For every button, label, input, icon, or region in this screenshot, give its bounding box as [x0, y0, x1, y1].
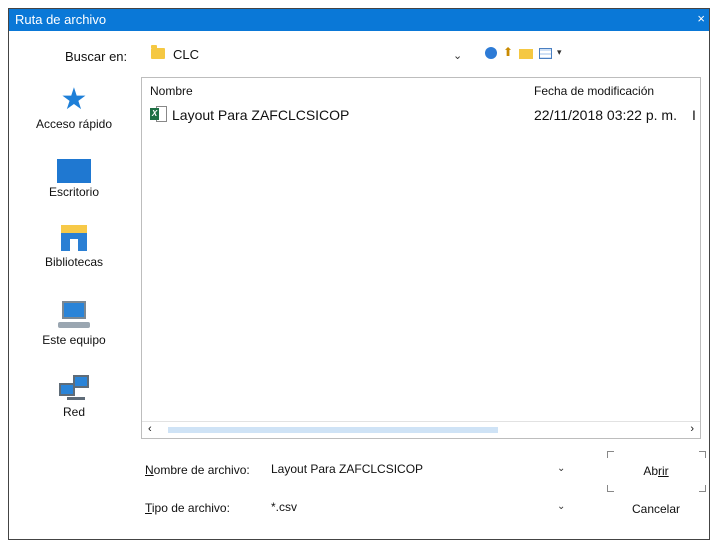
- place-label: Acceso rápido: [35, 117, 113, 131]
- place-quick-access[interactable]: ★ Acceso rápido: [19, 83, 129, 132]
- file-date: 22/11/2018 03:22 p. m.: [534, 107, 677, 123]
- scroll-thumb[interactable]: [168, 427, 498, 433]
- lookin-value: CLC: [173, 47, 200, 62]
- computer-icon: [58, 301, 90, 331]
- filetype-select[interactable]: *.csv ⌄: [269, 497, 569, 519]
- libraries-icon: [59, 225, 89, 253]
- file-extra-column: I: [692, 107, 696, 123]
- place-label: Escritorio: [48, 185, 99, 199]
- close-icon[interactable]: ×: [697, 11, 705, 26]
- file-list[interactable]: Nombre Fecha de modificación X Layout Pa…: [141, 77, 701, 439]
- column-header-date[interactable]: Fecha de modificación: [534, 84, 654, 98]
- file-name: Layout Para ZAFCLCSICOP: [172, 107, 350, 123]
- place-this-pc[interactable]: Este equipo: [19, 301, 129, 347]
- views-dropdown-icon[interactable]: ▾: [557, 47, 562, 58]
- lookin-label: Buscar en:: [65, 49, 128, 64]
- focus-corner: [607, 485, 614, 492]
- folder-icon: [151, 45, 165, 59]
- star-icon: ★: [60, 83, 88, 116]
- open-button[interactable]: Abrir: [619, 459, 693, 483]
- place-label: Bibliotecas: [44, 255, 104, 269]
- lookin-dropdown-icon[interactable]: ⌄: [453, 49, 462, 62]
- filename-value: Layout Para ZAFCLCSICOP: [271, 462, 424, 476]
- focus-corner: [699, 485, 706, 492]
- back-icon[interactable]: [485, 47, 497, 59]
- focus-corner: [699, 451, 706, 458]
- place-desktop[interactable]: Escritorio: [19, 159, 129, 199]
- place-libraries[interactable]: Bibliotecas: [19, 225, 129, 269]
- place-label: Este equipo: [42, 333, 106, 347]
- filename-input[interactable]: Layout Para ZAFCLCSICOP ⌄: [269, 459, 569, 481]
- filetype-value: *.csv: [271, 500, 298, 514]
- title-bar: Ruta de archivo ×: [9, 9, 709, 31]
- up-folder-icon[interactable]: ⬆: [503, 45, 513, 59]
- lookin-combobox[interactable]: CLC: [145, 43, 465, 67]
- scroll-left-icon[interactable]: ‹: [148, 423, 152, 435]
- filename-label: Nombre de archivo:: [145, 463, 250, 477]
- excel-file-icon: X: [150, 106, 168, 122]
- desktop-icon: [57, 159, 91, 183]
- filetype-label: Tipo de archivo:: [145, 501, 230, 515]
- network-icon: [57, 373, 91, 403]
- cancel-button[interactable]: Cancelar: [619, 497, 693, 521]
- new-folder-icon[interactable]: [519, 49, 533, 59]
- filetype-dropdown-icon[interactable]: ⌄: [557, 501, 565, 512]
- places-bar: ★ Acceso rápido Escritorio Bibliotecas E…: [19, 75, 129, 447]
- open-file-dialog: Ruta de archivo × Buscar en: CLC ⌄ ⬆ ▾ ★…: [8, 8, 710, 540]
- views-menu-icon[interactable]: [539, 48, 552, 59]
- filename-dropdown-icon[interactable]: ⌄: [557, 463, 565, 474]
- scroll-right-icon[interactable]: ›: [690, 423, 694, 435]
- horizontal-scrollbar[interactable]: ‹ ›: [142, 421, 700, 438]
- place-label: Red: [62, 405, 85, 419]
- column-header-name[interactable]: Nombre: [150, 84, 193, 98]
- window-title: Ruta de archivo: [15, 12, 107, 27]
- file-row[interactable]: X Layout Para ZAFCLCSICOP 22/11/2018 03:…: [142, 104, 700, 124]
- place-network[interactable]: Red: [19, 373, 129, 419]
- focus-corner: [607, 451, 614, 458]
